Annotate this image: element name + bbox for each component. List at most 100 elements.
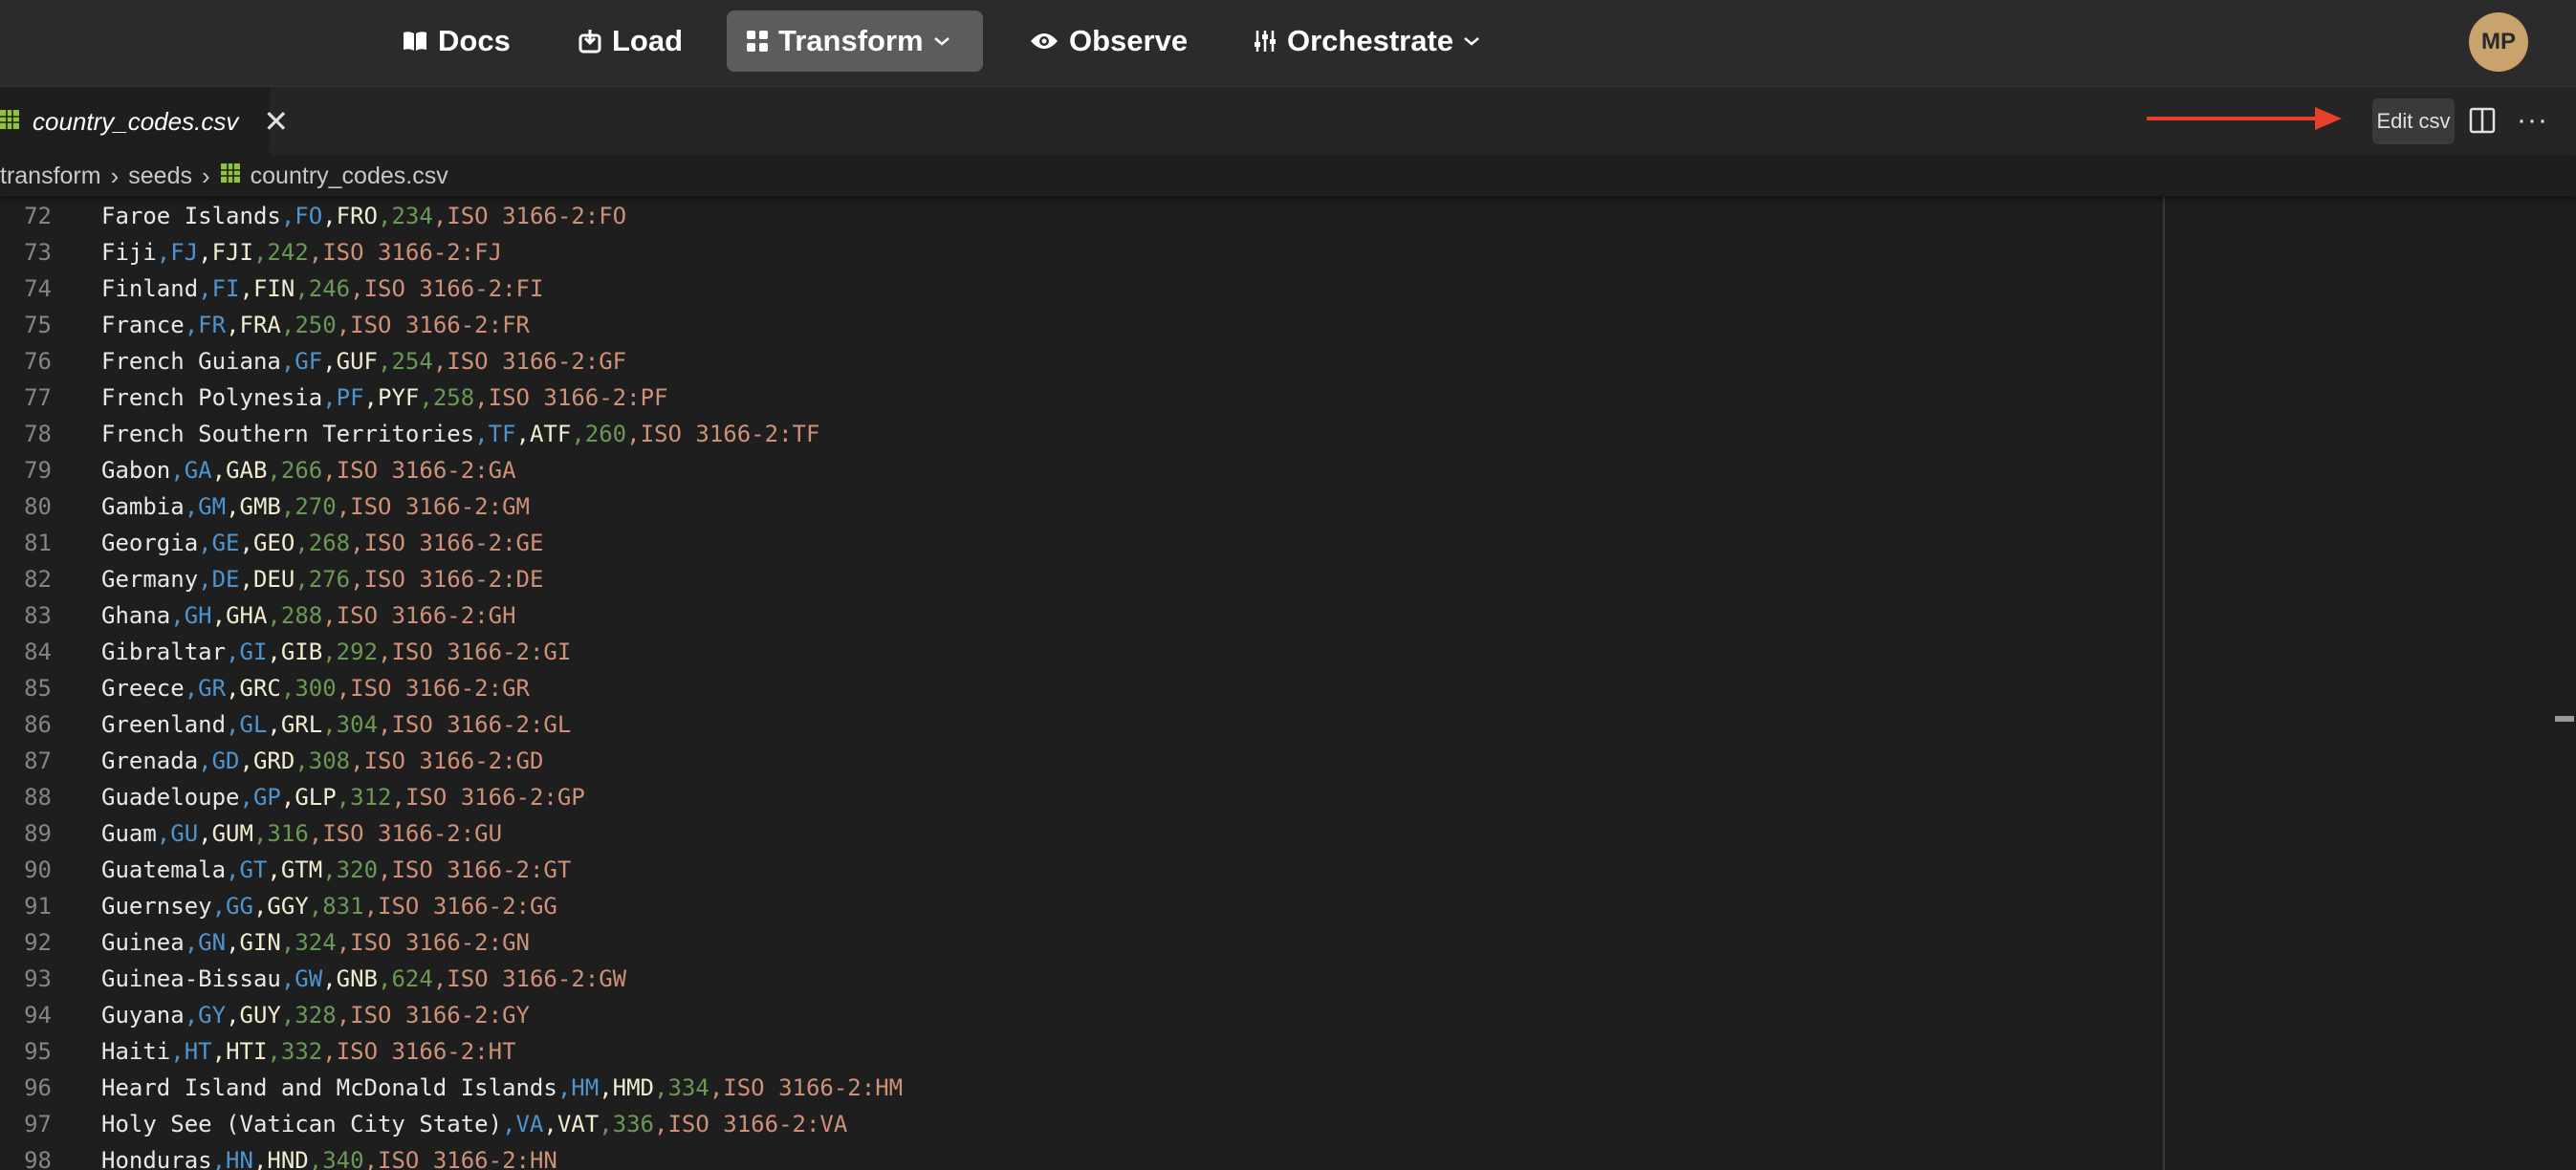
line-number: 83 <box>24 602 52 629</box>
csv-delimiter: , <box>378 856 392 883</box>
scrollbar-marker[interactable] <box>2555 716 2574 722</box>
tab-country-codes[interactable]: country_codes.csv ✕ <box>0 87 289 156</box>
csv-delimiter: , <box>322 602 337 629</box>
code-line[interactable]: 86 Greenland,GL,GRL,304,ISO 3166-2:GL <box>0 706 571 743</box>
code-line[interactable]: 77 French Polynesia,PF,PYF,258,ISO 3166-2… <box>0 379 667 416</box>
breadcrumb-seeds[interactable]: seeds <box>128 162 192 190</box>
code-line[interactable]: 78 French Southern Territories,TF,ATF,260… <box>0 416 819 452</box>
close-icon[interactable]: ✕ <box>263 103 289 140</box>
code-line[interactable]: 76 French Guiana,GF,GUF,254,ISO 3166-2:GF <box>0 343 626 379</box>
csv-delimiter: , <box>239 748 253 774</box>
code-line[interactable]: 72 Faroe Islands,FO,FRO,234,ISO 3166-2:FO <box>0 198 626 234</box>
code-line[interactable]: 88 Guadeloupe,GP,GLP,312,ISO 3166-2:GP <box>0 779 585 815</box>
csv-delimiter: , <box>184 1002 199 1029</box>
csv-field: GU <box>170 820 199 847</box>
code-line[interactable]: 73 Fiji,FJ,FJI,242,ISO 3166-2:FJ <box>0 234 502 271</box>
csv-delimiter: , <box>267 457 281 484</box>
csv-field: Guyana <box>101 1002 185 1029</box>
breadcrumb-file[interactable]: country_codes.csv <box>251 162 448 190</box>
nav-transform[interactable]: Transform <box>727 11 983 72</box>
chevron-down-icon <box>1463 35 1480 47</box>
csv-field: ISO 3166-2:GL <box>391 711 572 738</box>
csv-field: 300 <box>295 675 337 702</box>
csv-field: ISO 3166-2:GR <box>350 675 530 702</box>
breadcrumb-transform[interactable]: transform <box>0 162 101 190</box>
code-line[interactable]: 97 Holy See (Vatican City State),VA,VAT,3… <box>0 1106 847 1142</box>
code-line[interactable]: 89 Guam,GU,GUM,316,ISO 3166-2:GU <box>0 815 502 852</box>
csv-delimiter: , <box>198 275 212 302</box>
csv-delimiter: , <box>336 784 351 811</box>
csv-field: GIN <box>239 929 281 956</box>
nav-docs[interactable]: Docs <box>382 11 530 72</box>
nav-observe-label: Observe <box>1069 24 1189 57</box>
line-number: 78 <box>24 421 52 447</box>
line-number: 86 <box>24 711 52 738</box>
code-line[interactable]: 92 Guinea,GN,GIN,324,ISO 3166-2:GN <box>0 924 530 961</box>
code-line[interactable]: 95 Haiti,HT,HTI,332,ISO 3166-2:HT <box>0 1033 515 1070</box>
csv-delimiter: , <box>280 784 295 811</box>
csv-delimiter: , <box>280 675 295 702</box>
code-line[interactable]: 75 France,FR,FRA,250,ISO 3166-2:FR <box>0 307 530 343</box>
code-line[interactable]: 83 Ghana,GH,GHA,288,ISO 3166-2:GH <box>0 597 515 634</box>
editor-ruler <box>2163 196 2165 1170</box>
edit-csv-button[interactable]: Edit csv <box>2372 98 2455 144</box>
csv-field: GG <box>226 893 253 920</box>
csv-field: GRC <box>239 675 281 702</box>
csv-delimiter: , <box>654 1074 668 1101</box>
code-line[interactable]: 93 Guinea-Bissau,GW,GNB,624,ISO 3166-2:GW <box>0 961 626 997</box>
chevron-down-icon <box>933 35 950 47</box>
code-line[interactable]: 94 Guyana,GY,GUY,328,ISO 3166-2:GY <box>0 997 530 1033</box>
csv-delimiter: , <box>239 275 253 302</box>
csv-delimiter: , <box>280 929 295 956</box>
code-line[interactable]: 80 Gambia,GM,GMB,270,ISO 3166-2:GM <box>0 488 530 525</box>
csv-delimiter: , <box>184 312 199 338</box>
csv-delimiter: , <box>322 457 337 484</box>
csv-delimiter: , <box>308 1147 323 1170</box>
csv-field: Greece <box>101 675 185 702</box>
code-line[interactable]: 74 Finland,FI,FIN,246,ISO 3166-2:FI <box>0 271 543 307</box>
csv-field: 234 <box>391 203 433 229</box>
csv-delimiter: , <box>184 493 199 520</box>
nav-load[interactable]: Load <box>558 11 702 72</box>
csv-field: 324 <box>295 929 337 956</box>
code-line[interactable]: 85 Greece,GR,GRC,300,ISO 3166-2:GR <box>0 670 530 706</box>
csv-field: GEO <box>252 530 295 556</box>
user-avatar[interactable]: MP <box>2469 12 2528 72</box>
csv-delimiter: , <box>378 639 392 665</box>
csv-field: Guam <box>101 820 157 847</box>
line-number: 96 <box>24 1074 52 1101</box>
csv-field: GD <box>211 748 240 774</box>
nav-orchestrate[interactable]: Orchestrate <box>1233 11 1499 72</box>
code-line[interactable]: 84 Gibraltar,GI,GIB,292,ISO 3166-2:GI <box>0 634 571 670</box>
code-line[interactable]: 79 Gabon,GA,GAB,266,ISO 3166-2:GA <box>0 452 516 488</box>
code-line[interactable]: 82 Germany,DE,DEU,276,ISO 3166-2:DE <box>0 561 543 597</box>
code-line[interactable]: 81 Georgia,GE,GEO,268,ISO 3166-2:GE <box>0 525 543 561</box>
code-line[interactable]: 90 Guatemala,GT,GTM,320,ISO 3166-2:GT <box>0 852 571 888</box>
csv-delimiter: , <box>198 566 212 593</box>
csv-delimiter: , <box>599 1074 613 1101</box>
csv-delimiter: , <box>654 1111 668 1138</box>
csv-field: Heard Island and McDonald Islands <box>101 1074 557 1101</box>
more-actions-icon[interactable]: ··· <box>2517 104 2548 137</box>
csv-field: GRL <box>280 711 323 738</box>
csv-field: GY <box>198 1002 227 1029</box>
csv-field: Guinea <box>101 929 185 956</box>
line-number: 94 <box>24 1002 52 1029</box>
code-line[interactable]: 91 Guernsey,GG,GGY,831,ISO 3166-2:GG <box>0 888 557 924</box>
csv-field: VA <box>515 1111 544 1138</box>
nav-observe[interactable]: Observe <box>1010 11 1207 72</box>
csv-delimiter: , <box>252 820 268 847</box>
code-line[interactable]: 96 Heard Island and McDonald Islands,HM,H… <box>0 1070 903 1106</box>
code-line[interactable]: 87 Grenada,GD,GRD,308,ISO 3166-2:GD <box>0 743 543 779</box>
csv-field: PYF <box>378 384 420 411</box>
split-editor-icon[interactable] <box>2469 107 2496 139</box>
csv-file-icon <box>0 108 21 136</box>
csv-field: ISO 3166-2:GA <box>336 457 516 484</box>
code-line[interactable]: 98 Honduras,HN,HND,340,ISO 3166-2:HN <box>0 1142 557 1170</box>
eye-icon <box>1029 30 1059 53</box>
csv-delimiter: , <box>515 421 530 447</box>
code-editor[interactable]: 72 Faroe Islands, FO, FRO, 234, ISO 3166-2:FO… <box>0 196 2576 1170</box>
csv-field: ISO 3166-2:GM <box>350 493 530 520</box>
csv-delimiter: , <box>184 675 199 702</box>
csv-delimiter: , <box>391 784 405 811</box>
